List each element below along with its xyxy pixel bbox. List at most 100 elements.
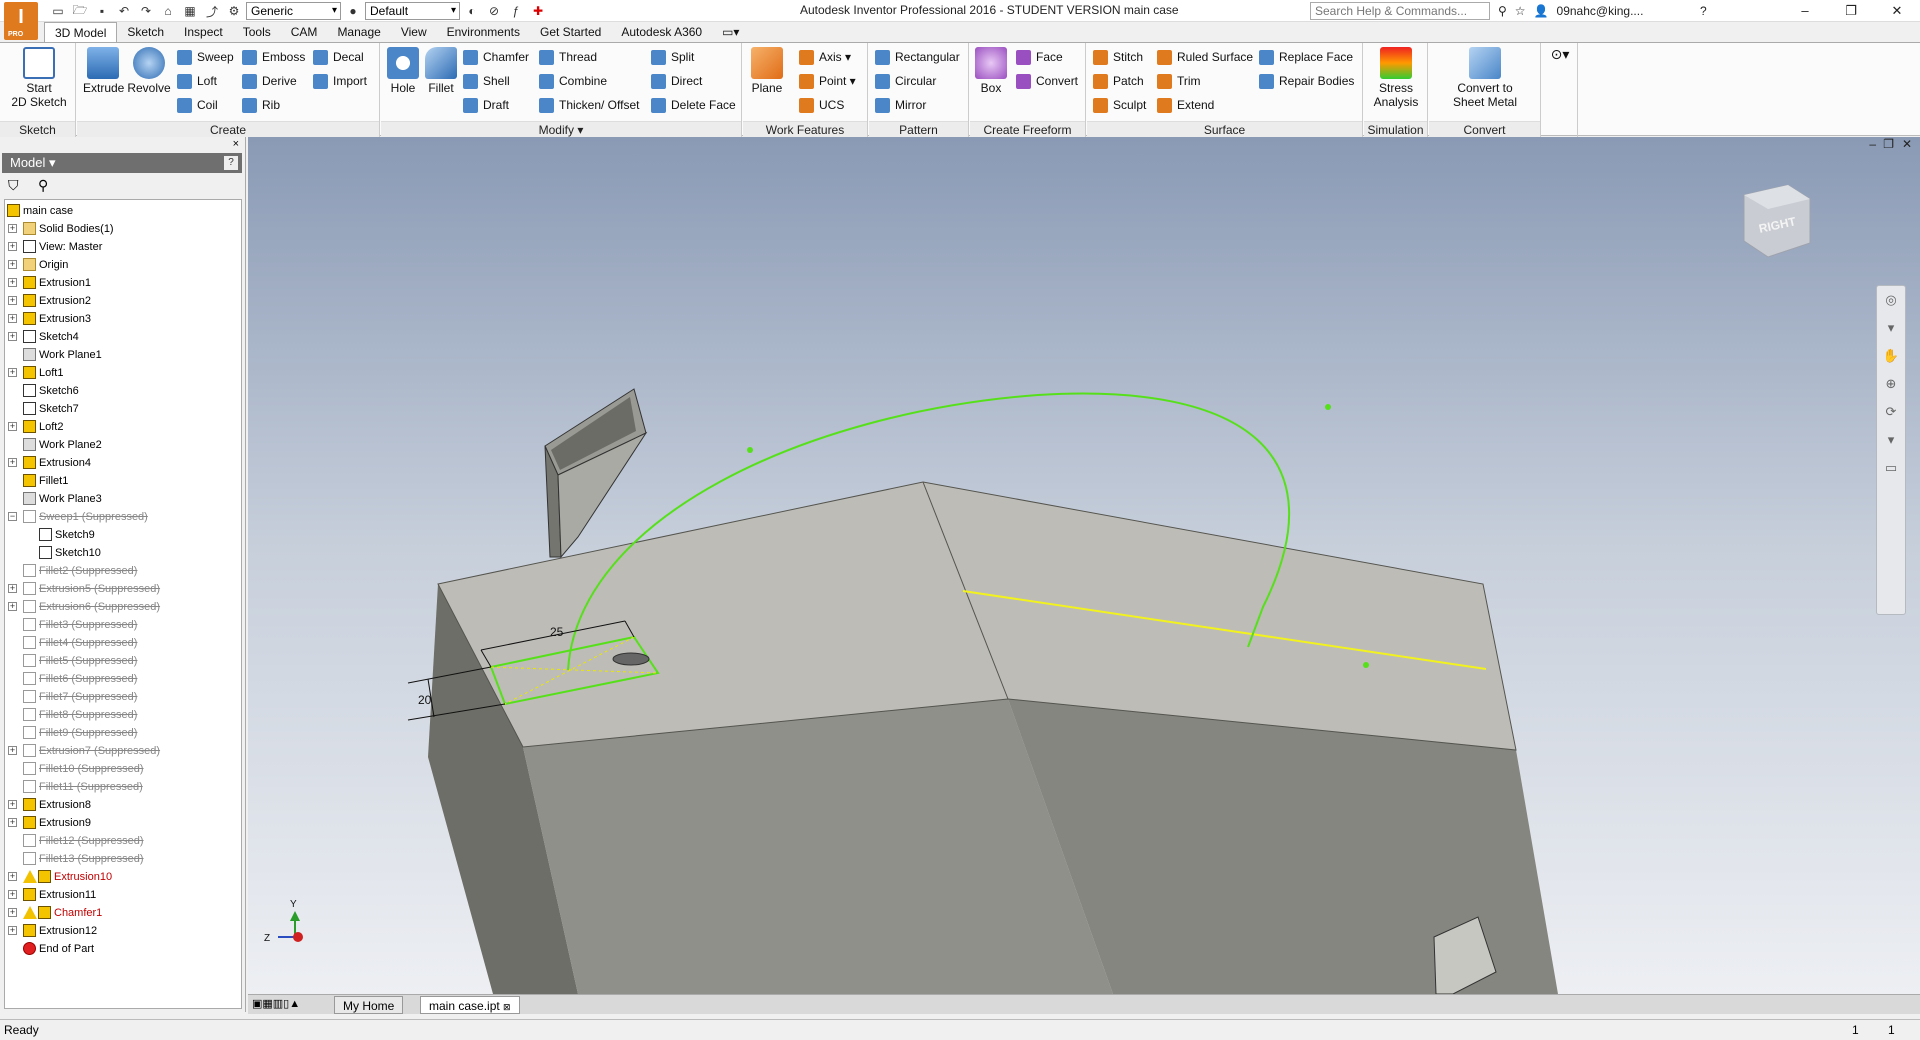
orbit-icon[interactable]: ⟳ [1877, 398, 1905, 426]
convert-button[interactable]: Convert [1016, 71, 1078, 91]
face-button[interactable]: Face [1016, 47, 1063, 67]
minimize-icon[interactable]: – [1782, 0, 1828, 22]
user-name[interactable]: 09nahc@king.... [1557, 4, 1644, 18]
dim-vertical-value[interactable]: 20 [418, 693, 432, 707]
circular-button[interactable]: Circular [875, 71, 936, 91]
thicken-offset-button[interactable]: Thicken/ Offset [539, 95, 639, 115]
binoculars-icon[interactable]: ⚲ [1498, 4, 1507, 18]
browser-close-icon[interactable]: × [233, 138, 239, 150]
fx-icon[interactable]: ƒ [506, 2, 526, 20]
stitch-button[interactable]: Stitch [1093, 47, 1143, 67]
tab-view[interactable]: View [391, 22, 437, 42]
material-combo[interactable]: Generic [246, 2, 341, 20]
extend-button[interactable]: Extend [1157, 95, 1214, 115]
thread-button[interactable]: Thread [539, 47, 597, 67]
axis-button[interactable]: Axis ▾ [799, 47, 851, 67]
look-at-icon[interactable]: ▭ [1877, 454, 1905, 482]
new-icon[interactable]: ▭ [48, 2, 68, 20]
expand-icon[interactable]: + [8, 908, 17, 917]
sweep-button[interactable]: Sweep [177, 47, 234, 67]
emboss-button[interactable]: Emboss [242, 47, 305, 67]
rectangular-button[interactable]: Rectangular [875, 47, 960, 67]
tab-main-case[interactable]: main case.ipt ⊠ [420, 996, 520, 1014]
filter-icon[interactable]: ⛉ [8, 177, 19, 194]
graphics-viewport[interactable]: – ❐ ✕ 25 20 Y Z RIGHT ◎ ▾ ✋ ⊕ ⟳ ▾ ▭ [248, 137, 1920, 994]
open-icon[interactable]: 🗁 [70, 2, 90, 20]
revolve-button[interactable]: Revolve [127, 47, 171, 95]
app-menu-button[interactable]: I PRO [4, 2, 38, 40]
tab-manage[interactable]: Manage [327, 22, 390, 42]
stress-analysis-button[interactable]: Stress Analysis [1366, 47, 1426, 109]
restore-icon[interactable]: ❐ [1828, 0, 1874, 22]
path-point[interactable] [1363, 662, 1369, 668]
repair-bodies-button[interactable]: Repair Bodies [1259, 71, 1354, 91]
star-icon[interactable]: ☆ [1515, 4, 1526, 18]
chamfer-button[interactable]: Chamfer [463, 47, 529, 67]
coil-button[interactable]: Coil [177, 95, 218, 115]
search-input[interactable]: Search Help & Commands... [1310, 2, 1490, 20]
expand-icon[interactable]: + [8, 224, 17, 233]
tile-layout-icon[interactable]: ▣▦▥▯▲ [252, 997, 300, 1010]
expand-icon[interactable]: + [8, 602, 17, 611]
expand-icon[interactable]: + [8, 872, 17, 881]
shell-button[interactable]: Shell [463, 71, 510, 91]
expand-icon[interactable]: + [8, 746, 17, 755]
tab-sketch[interactable]: Sketch [117, 22, 174, 42]
rib-button[interactable]: Rib [242, 95, 280, 115]
ribbon-options-icon[interactable]: ⊙▾ [1546, 47, 1574, 61]
import-button[interactable]: Import [313, 71, 367, 91]
find-icon[interactable]: ⚲ [38, 177, 48, 194]
expand-icon[interactable]: + [8, 800, 17, 809]
start-2d-sketch-button[interactable]: Start 2D Sketch [8, 47, 70, 109]
expand-icon[interactable]: + [8, 260, 17, 269]
user-icon[interactable]: 👤 [1534, 4, 1549, 18]
expand-icon[interactable]: + [8, 314, 17, 323]
dim-horizontal-value[interactable]: 25 [550, 625, 564, 639]
trim-button[interactable]: Trim [1157, 71, 1201, 91]
help-icon[interactable]: ? [1700, 2, 1707, 20]
appearance-icon[interactable]: ● [343, 2, 363, 20]
mirror-button[interactable]: Mirror [875, 95, 926, 115]
expand-icon[interactable]: + [8, 332, 17, 341]
panel-modify-title[interactable]: Modify ▾ [381, 121, 741, 137]
model-canvas[interactable]: 25 20 Y Z RIGHT [248, 137, 1920, 994]
close-icon[interactable]: ✕ [1874, 0, 1920, 22]
draft-button[interactable]: Draft [463, 95, 509, 115]
derive-button[interactable]: Derive [242, 71, 297, 91]
patch-button[interactable]: Patch [1093, 71, 1144, 91]
plus-icon[interactable]: ✚ [528, 2, 548, 20]
tab-autodesk-a360[interactable]: Autodesk A360 [611, 22, 712, 42]
redo-icon[interactable]: ↷ [136, 2, 156, 20]
expand-icon[interactable]: + [8, 890, 17, 899]
expand-icon[interactable]: + [8, 368, 17, 377]
convert-sheet-metal-button[interactable]: Convert to Sheet Metal [1433, 47, 1537, 109]
split-button[interactable]: Split [651, 47, 694, 67]
tab-inspect[interactable]: Inspect [174, 22, 233, 42]
orbit-dropdown-icon[interactable]: ▾ [1877, 426, 1905, 454]
tab-my-home[interactable]: My Home [334, 996, 404, 1014]
fillet-button[interactable]: Fillet [423, 47, 459, 95]
tab-more-icon[interactable]: ▭▾ [712, 22, 749, 42]
ucs-button[interactable]: UCS [799, 95, 844, 115]
zoom-icon[interactable]: ⊕ [1877, 370, 1905, 398]
tab-close-icon[interactable]: ⊠ [503, 1002, 511, 1012]
expand-icon[interactable]: + [8, 242, 17, 251]
browser-header[interactable]: Model ▾ ? [2, 153, 242, 173]
browser-help-icon[interactable]: ? [224, 156, 238, 170]
undo-icon[interactable]: ↶ [114, 2, 134, 20]
path-point[interactable] [747, 447, 753, 453]
adjust-icon[interactable]: ◐ [462, 2, 482, 20]
home-icon[interactable]: ⌂ [158, 2, 178, 20]
update-icon[interactable]: ⚙ [224, 2, 244, 20]
ruled-surface-button[interactable]: Ruled Surface [1157, 47, 1253, 67]
expand-icon[interactable]: + [8, 296, 17, 305]
expand-icon[interactable]: + [8, 818, 17, 827]
plane-button[interactable]: Plane [749, 47, 785, 95]
expand-icon[interactable]: + [8, 926, 17, 935]
sculpt-button[interactable]: Sculpt [1093, 95, 1146, 115]
nav-dropdown-icon[interactable]: ▾ [1877, 314, 1905, 342]
tab-3d-model[interactable]: 3D Model [44, 22, 118, 42]
pan-icon[interactable]: ✋ [1877, 342, 1905, 370]
expand-icon[interactable]: + [8, 458, 17, 467]
path-point[interactable] [1325, 404, 1331, 410]
